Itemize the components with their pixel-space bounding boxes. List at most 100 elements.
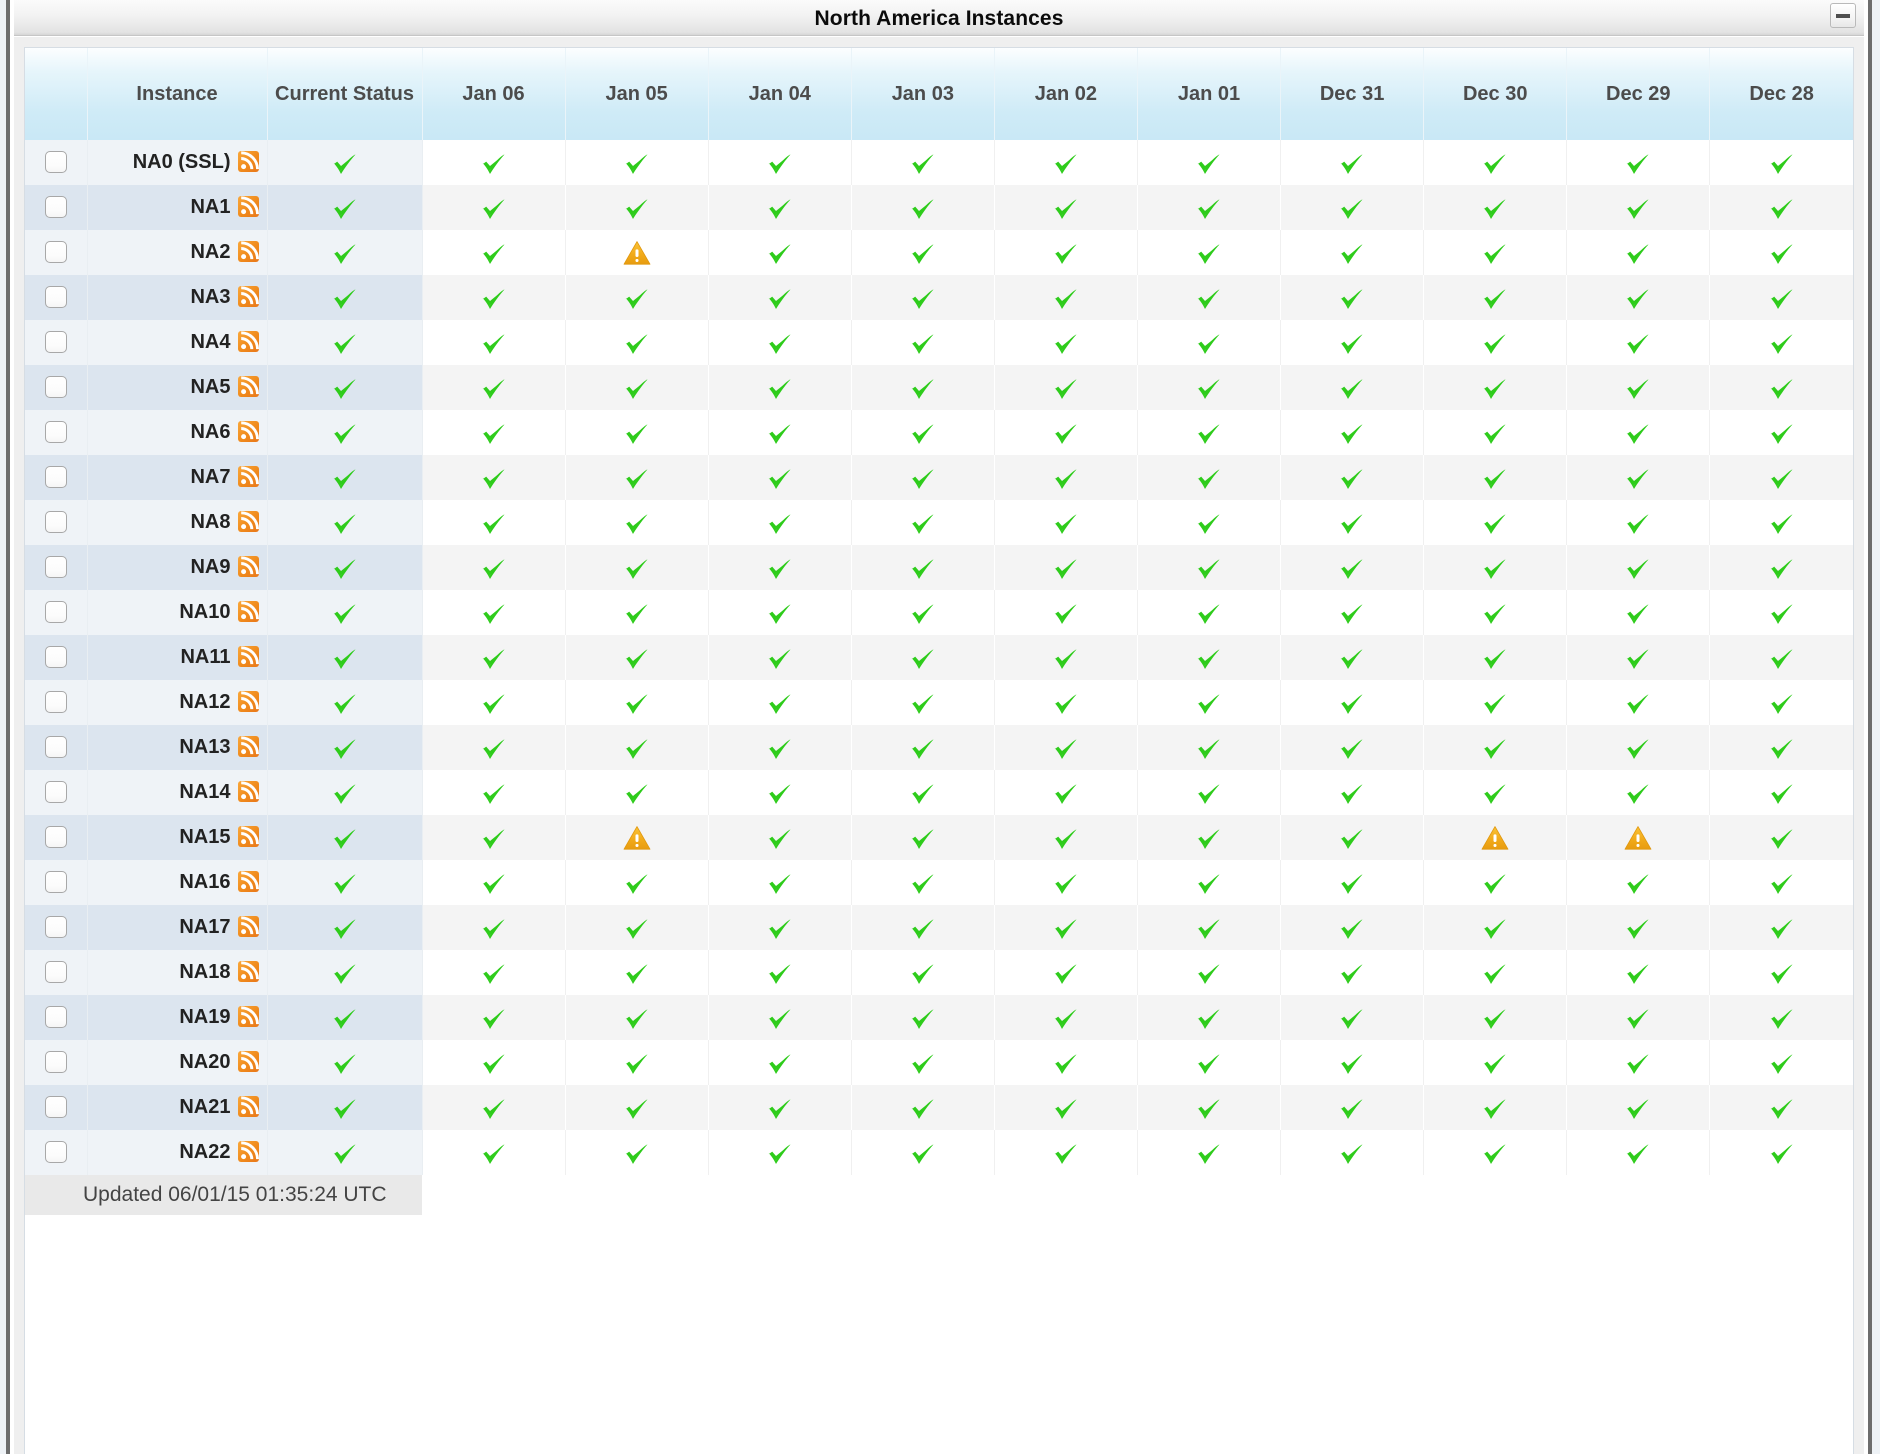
rss-feed-icon[interactable] bbox=[237, 151, 259, 172]
column-header-d4[interactable]: Jan 02 bbox=[994, 48, 1138, 140]
column-header-d8[interactable]: Dec 29 bbox=[1566, 48, 1711, 140]
day-status-cell bbox=[1280, 635, 1425, 680]
row-checkbox[interactable] bbox=[44, 1051, 67, 1074]
rss-feed-icon[interactable] bbox=[237, 961, 259, 982]
day-status-cell bbox=[1423, 995, 1568, 1040]
rss-feed-icon[interactable] bbox=[237, 1096, 259, 1117]
row-checkbox[interactable] bbox=[44, 511, 67, 534]
row-checkbox[interactable] bbox=[44, 331, 67, 354]
check-icon bbox=[1481, 736, 1509, 760]
day-status-cell bbox=[708, 590, 852, 635]
row-checkbox[interactable] bbox=[44, 286, 67, 309]
check-icon bbox=[1768, 646, 1796, 670]
rss-feed-icon[interactable] bbox=[237, 511, 259, 532]
row-checkbox[interactable] bbox=[44, 241, 67, 264]
row-checkbox[interactable] bbox=[44, 601, 67, 624]
check-icon bbox=[1768, 781, 1796, 805]
row-checkbox[interactable] bbox=[44, 691, 67, 714]
rss-feed-icon[interactable] bbox=[237, 601, 259, 622]
current-status-cell bbox=[267, 815, 423, 860]
row-checkbox[interactable] bbox=[44, 1096, 67, 1119]
rss-feed-icon[interactable] bbox=[237, 916, 259, 937]
check-icon bbox=[1052, 331, 1080, 355]
rss-feed-icon[interactable] bbox=[237, 1141, 259, 1162]
rss-feed-icon[interactable] bbox=[237, 871, 259, 892]
day-status-cell bbox=[1566, 185, 1711, 230]
check-icon bbox=[1624, 421, 1652, 445]
row-checkbox[interactable] bbox=[44, 376, 67, 399]
row-checkbox[interactable] bbox=[44, 151, 67, 174]
check-icon bbox=[1481, 511, 1509, 535]
day-status-cell bbox=[1566, 545, 1711, 590]
day-status-cell bbox=[565, 275, 709, 320]
day-status-cell bbox=[1423, 275, 1568, 320]
day-status-cell bbox=[994, 185, 1138, 230]
table-row: NA8 bbox=[25, 500, 1853, 545]
column-header-inst[interactable]: Instance bbox=[87, 48, 268, 140]
instance-name-cell: NA10 bbox=[87, 590, 268, 635]
check-icon bbox=[331, 376, 359, 400]
column-header-d6[interactable]: Dec 31 bbox=[1280, 48, 1425, 140]
day-status-cell bbox=[565, 500, 709, 545]
rss-feed-icon[interactable] bbox=[237, 781, 259, 802]
instance-name-cell: NA2 bbox=[87, 230, 268, 275]
rss-feed-icon[interactable] bbox=[237, 691, 259, 712]
row-checkbox[interactable] bbox=[44, 826, 67, 849]
column-header-d9[interactable]: Dec 28 bbox=[1709, 48, 1853, 140]
check-icon bbox=[766, 1051, 794, 1075]
column-header-d7[interactable]: Dec 30 bbox=[1423, 48, 1568, 140]
rss-feed-icon[interactable] bbox=[237, 376, 259, 397]
instance-label: NA10 bbox=[179, 601, 231, 623]
rss-feed-icon[interactable] bbox=[237, 646, 259, 667]
rss-feed-icon[interactable] bbox=[237, 1006, 259, 1027]
row-checkbox[interactable] bbox=[44, 1141, 67, 1164]
check-icon bbox=[1338, 466, 1366, 490]
day-status-cell bbox=[565, 1130, 709, 1175]
row-checkbox[interactable] bbox=[44, 736, 67, 759]
rss-feed-icon[interactable] bbox=[237, 241, 259, 262]
check-icon bbox=[1624, 376, 1652, 400]
table-header-row: Instance Current Status Jan 06 Jan 05 Jan 04… bbox=[25, 48, 1853, 140]
check-icon bbox=[1481, 556, 1509, 580]
row-checkbox[interactable] bbox=[44, 556, 67, 579]
rss-feed-icon[interactable] bbox=[237, 196, 259, 217]
row-checkbox[interactable] bbox=[44, 646, 67, 669]
row-checkbox[interactable] bbox=[44, 916, 67, 939]
row-checkbox[interactable] bbox=[44, 871, 67, 894]
column-header-status[interactable]: Current Status bbox=[267, 48, 423, 140]
row-checkbox[interactable] bbox=[44, 1006, 67, 1029]
rss-feed-icon[interactable] bbox=[237, 736, 259, 757]
rss-feed-icon[interactable] bbox=[237, 331, 259, 352]
check-icon bbox=[1195, 916, 1223, 940]
rss-feed-icon[interactable] bbox=[237, 556, 259, 577]
rss-feed-icon[interactable] bbox=[237, 421, 259, 442]
check-icon bbox=[331, 1096, 359, 1120]
check-icon bbox=[1052, 601, 1080, 625]
rss-feed-icon[interactable] bbox=[237, 826, 259, 847]
row-checkbox[interactable] bbox=[44, 196, 67, 219]
day-status-cell bbox=[1280, 140, 1425, 185]
row-checkbox[interactable] bbox=[44, 781, 67, 804]
row-checkbox[interactable] bbox=[44, 421, 67, 444]
minimize-button[interactable] bbox=[1830, 3, 1856, 28]
row-checkbox[interactable] bbox=[44, 961, 67, 984]
check-icon bbox=[909, 196, 937, 220]
day-status-cell bbox=[565, 410, 709, 455]
rss-feed-icon[interactable] bbox=[237, 466, 259, 487]
column-header-d0[interactable]: Jan 06 bbox=[422, 48, 566, 140]
row-checkbox[interactable] bbox=[44, 466, 67, 489]
day-status-cell bbox=[994, 230, 1138, 275]
check-icon bbox=[331, 826, 359, 850]
check-icon bbox=[1052, 871, 1080, 895]
check-icon bbox=[1195, 736, 1223, 760]
column-header-d3[interactable]: Jan 03 bbox=[851, 48, 995, 140]
rss-feed-icon[interactable] bbox=[237, 1051, 259, 1072]
column-header-d2[interactable]: Jan 04 bbox=[708, 48, 852, 140]
column-header-d5[interactable]: Jan 01 bbox=[1137, 48, 1282, 140]
rss-feed-icon[interactable] bbox=[237, 286, 259, 307]
day-status-cell bbox=[1280, 950, 1425, 995]
column-header-d1[interactable]: Jan 05 bbox=[565, 48, 709, 140]
check-icon bbox=[1624, 1051, 1652, 1075]
day-status-cell bbox=[851, 1085, 995, 1130]
check-icon bbox=[480, 961, 508, 985]
